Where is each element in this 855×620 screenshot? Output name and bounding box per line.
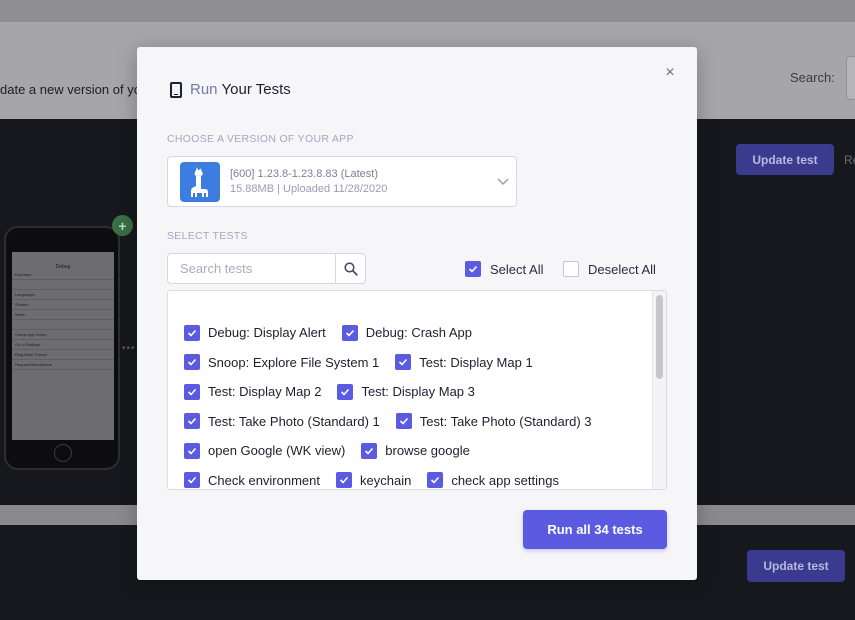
version-name: [600] 1.23.8-1.23.8.83 (Latest) (230, 168, 378, 180)
modal-title-prefix: Run (190, 81, 218, 98)
test-checkbox-item[interactable]: check app settings (427, 472, 559, 489)
deselect-all-checkbox[interactable]: Deselect All (563, 261, 656, 277)
test-label: Test: Take Photo (Standard) 3 (419, 413, 592, 429)
tests-list-box: Debug: Display Alert Debug: Crash App Snoo… (167, 290, 667, 490)
test-row: Debug: Display Alert Debug: Crash App (184, 318, 654, 348)
phone-screen: Debug Keychain Languages Shakes When Che… (12, 252, 114, 440)
test-label: keychain (360, 472, 412, 488)
search-icon (343, 261, 358, 276)
test-checkbox-item[interactable]: Test: Display Map 2 (184, 383, 322, 400)
checkbox-checked-icon (184, 324, 200, 341)
version-section-label: CHOOSE A VERSION OF YOUR APP (167, 133, 354, 145)
test-row: open Google (WK view) browse google (184, 436, 654, 466)
phone-home-button (54, 444, 72, 462)
checkbox-checked-icon (184, 442, 200, 459)
select-all-checkbox[interactable]: Select All (465, 261, 543, 277)
checkbox-checked-icon (184, 354, 200, 371)
checkbox-checked-icon (184, 472, 200, 489)
checkbox-checked-icon (341, 324, 358, 341)
test-label: Debug: Crash App (365, 325, 473, 341)
test-checkbox-item[interactable]: Debug: Display Alert (184, 324, 326, 341)
background-partial-text: Re (844, 153, 855, 167)
test-checkbox-item[interactable]: Test: Take Photo (Standard) 1 (184, 413, 380, 430)
test-label: Check environment (208, 472, 320, 488)
test-checkbox-item[interactable]: Test: Display Map 1 (395, 354, 533, 371)
version-meta: 15.88MB | Uploaded 11/28/2020 (230, 183, 388, 195)
background-search-label: Search: (790, 70, 835, 85)
chevron-down-icon (497, 178, 509, 186)
test-checkbox-item[interactable]: Snoop: Explore File System 1 (184, 354, 380, 371)
select-all-label: Select All (490, 261, 544, 277)
test-checkbox-item[interactable]: Debug: Crash App (341, 324, 473, 341)
tests-list: Debug: Display Alert Debug: Crash App Snoo… (184, 318, 654, 490)
test-label: Snoop: Explore File System 1 (208, 354, 380, 370)
checkbox-checked-icon (465, 261, 481, 277)
search-tests (167, 253, 366, 284)
test-label: browse google (385, 443, 470, 459)
checkbox-checked-icon (184, 383, 200, 400)
run-tests-modal: Run Your Tests × CHOOSE A VERSION OF YOU… (137, 47, 697, 580)
background-search-input[interactable] (846, 56, 855, 100)
phone-screen-row: Keychain (12, 270, 114, 280)
checkbox-checked-icon (395, 354, 412, 371)
background-topbar (0, 0, 855, 22)
llama-app-icon (180, 161, 220, 202)
test-checkbox-item[interactable]: open Google (WK view) (184, 442, 346, 459)
checkbox-checked-icon (427, 472, 444, 489)
phone-screen-row: Go to Settings (12, 340, 114, 350)
run-all-tests-button[interactable]: Run all 34 tests (523, 510, 667, 549)
test-label: open Google (WK view) (208, 443, 346, 459)
phone-preview: Debug Keychain Languages Shakes When Che… (4, 226, 120, 470)
test-row: Snoop: Explore File System 1 Test: Displa… (184, 348, 654, 378)
search-tests-input[interactable] (167, 253, 335, 284)
phone-screen-row: When (12, 310, 114, 320)
add-step-badge[interactable]: + (112, 215, 133, 236)
test-label: Test: Display Map 3 (361, 384, 475, 400)
test-checkbox-item[interactable]: Test: Display Map 3 (337, 383, 475, 400)
phone-screen-row (12, 280, 114, 290)
version-dropdown[interactable]: [600] 1.23.8-1.23.8.83 (Latest) 15.88MB … (167, 156, 517, 207)
test-label: Test: Display Map 1 (419, 354, 533, 370)
phone-screen-row (12, 320, 114, 330)
test-checkbox-item[interactable]: Test: Take Photo (Standard) 3 (395, 413, 592, 430)
phone-screen-row: Ring Main Thread (12, 350, 114, 360)
test-row: Check environment keychain check app setti… (184, 466, 654, 490)
test-checkbox-item[interactable]: Check environment (184, 472, 320, 489)
phone-screen-row: Request Microphone (12, 360, 114, 370)
test-label: check app settings (451, 472, 559, 488)
connector-dots: ••• (122, 343, 136, 354)
modal-title-rest: Your Tests (221, 81, 291, 98)
test-label: Debug: Display Alert (208, 325, 326, 341)
test-label: Test: Display Map 2 (208, 384, 322, 400)
test-checkbox-item[interactable]: keychain (336, 472, 412, 489)
test-checkbox-item[interactable]: browse google (361, 442, 470, 459)
phone-screen-row: Shakes (12, 300, 114, 310)
phone-screen-row: Check App Group (12, 330, 114, 340)
checkbox-checked-icon (184, 413, 200, 430)
test-label: Test: Take Photo (Standard) 1 (208, 413, 380, 429)
scrollbar-thumb[interactable] (656, 295, 663, 379)
test-row: Test: Display Map 2 Test: Display Map 3 (184, 377, 654, 407)
search-button[interactable] (335, 253, 366, 284)
deselect-all-label: Deselect All (588, 261, 656, 277)
modal-title: Run Your Tests (170, 81, 291, 98)
background-header-text: date a new version of yo (0, 82, 141, 97)
tests-section-label: SELECT TESTS (167, 230, 248, 242)
background-update-test-button[interactable]: Update test (736, 144, 834, 175)
mobile-phone-icon (170, 81, 182, 98)
background-update-test-button-bottom[interactable]: Update test (747, 550, 845, 582)
checkbox-checked-icon (336, 472, 352, 489)
checkbox-checked-icon (395, 413, 412, 430)
test-row: Test: Take Photo (Standard) 1 Test: Take … (184, 407, 654, 437)
checkbox-checked-icon (361, 442, 378, 459)
tests-scrollbar[interactable] (652, 291, 666, 489)
checkbox-unchecked-icon (563, 261, 579, 277)
version-info: [600] 1.23.8-1.23.8.83 (Latest) 15.88MB … (230, 168, 387, 195)
checkbox-checked-icon (337, 383, 354, 400)
close-icon[interactable]: × (660, 63, 680, 83)
phone-screen-row: Languages (12, 290, 114, 300)
